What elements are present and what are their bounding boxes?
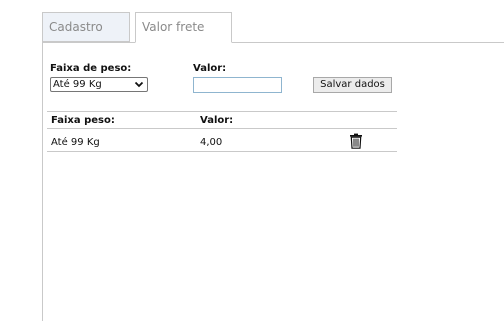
- faixa-peso-label: Faixa de peso:: [50, 63, 132, 74]
- tab-cadastro[interactable]: Cadastro: [42, 12, 130, 42]
- faixa-peso-select[interactable]: Até 99 Kg: [50, 77, 148, 92]
- table-header-divider: [47, 128, 397, 129]
- page: Cadastro Valor frete Faixa de peso: Valo…: [0, 0, 504, 321]
- chevron-down-icon: [134, 81, 144, 88]
- save-button[interactable]: Salvar dados: [313, 77, 392, 93]
- table-cell-faixa: Até 99 Kg: [51, 137, 100, 148]
- content-panel-border: [42, 42, 43, 321]
- faixa-peso-selected-value: Até 99 Kg: [53, 79, 102, 90]
- valor-label: Valor:: [193, 63, 227, 74]
- trash-icon[interactable]: [348, 133, 364, 149]
- tabs-divider: [42, 42, 504, 43]
- table-row-divider: [47, 151, 397, 152]
- column-header-valor: Valor:: [200, 115, 234, 126]
- column-header-faixa-peso: Faixa peso:: [51, 115, 115, 126]
- table-cell-valor: 4,00: [200, 137, 223, 148]
- tab-valor-frete[interactable]: Valor frete: [135, 12, 232, 43]
- valor-input[interactable]: [193, 77, 282, 93]
- table-top-border: [47, 111, 397, 112]
